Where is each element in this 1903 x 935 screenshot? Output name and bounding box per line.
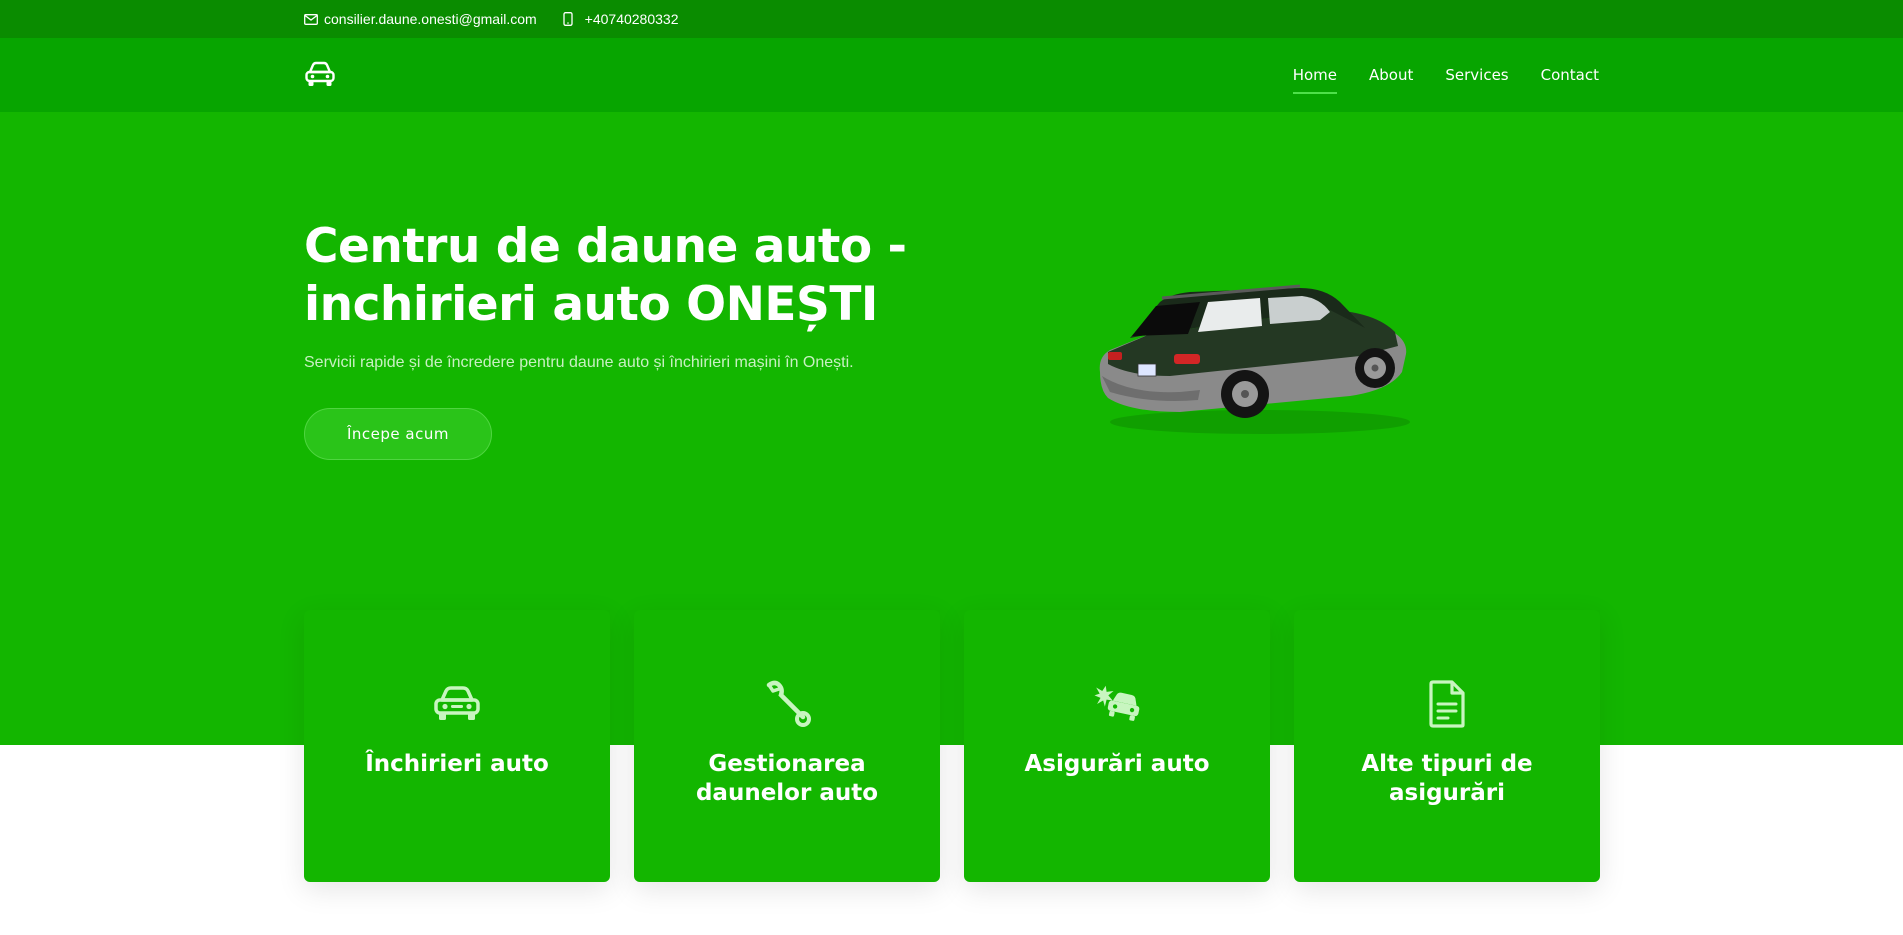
service-cards: Închirieri auto Gestionarea daunelor aut… bbox=[304, 610, 1600, 882]
phone-icon bbox=[563, 12, 573, 26]
nav-about[interactable]: About bbox=[1369, 60, 1413, 90]
service-title-other-insurance: Alte tipuri de asigurări bbox=[1361, 751, 1533, 806]
envelope-icon bbox=[304, 13, 318, 25]
hero-subtitle: Servicii rapide și de încredere pentru d… bbox=[304, 354, 854, 371]
service-card-other-insurance[interactable]: Alte tipuri de asigurări bbox=[1294, 610, 1600, 882]
main-nav: Home About Services Contact bbox=[1261, 38, 1599, 112]
car-icon bbox=[305, 61, 335, 86]
hero-title: Centru de daune auto - inchirieri auto O… bbox=[304, 218, 944, 334]
document-icon bbox=[1421, 680, 1473, 728]
nav-home[interactable]: Home bbox=[1292, 60, 1338, 94]
car-crash-icon bbox=[1091, 680, 1143, 728]
hero-section: Centru de daune auto - inchirieri auto O… bbox=[0, 112, 1903, 882]
header: Home About Services Contact bbox=[0, 38, 1903, 112]
hero-title-line-2: inchirieri auto ONEȘTI bbox=[304, 277, 878, 332]
wrench-icon bbox=[761, 680, 813, 728]
service-card-rental[interactable]: Închirieri auto bbox=[304, 610, 610, 882]
service-title-rental: Închirieri auto bbox=[365, 751, 549, 777]
top-bar: consilier.daune.onesti@gmail.com +407402… bbox=[0, 0, 1903, 38]
nav-services[interactable]: Services bbox=[1445, 60, 1508, 90]
service-card-car-insurance[interactable]: Asigurări auto bbox=[964, 610, 1270, 882]
service-title-car-insurance: Asigurări auto bbox=[1024, 751, 1210, 777]
car-icon bbox=[431, 680, 483, 728]
car-image bbox=[1099, 284, 1410, 434]
phone-contact[interactable]: +40740280332 bbox=[563, 11, 679, 27]
service-title-claims: Gestionarea daunelor auto bbox=[695, 751, 879, 806]
logo[interactable] bbox=[304, 60, 336, 90]
phone-text[interactable]: +40740280332 bbox=[585, 11, 679, 27]
hero-title-line-1: Centru de daune auto - bbox=[304, 219, 907, 274]
nav-contact[interactable]: Contact bbox=[1541, 60, 1599, 90]
service-card-claims[interactable]: Gestionarea daunelor auto bbox=[634, 610, 940, 882]
start-button[interactable]: Începe acum bbox=[304, 408, 492, 460]
email-contact[interactable]: consilier.daune.onesti@gmail.com bbox=[304, 11, 537, 27]
email-text[interactable]: consilier.daune.onesti@gmail.com bbox=[324, 11, 537, 27]
